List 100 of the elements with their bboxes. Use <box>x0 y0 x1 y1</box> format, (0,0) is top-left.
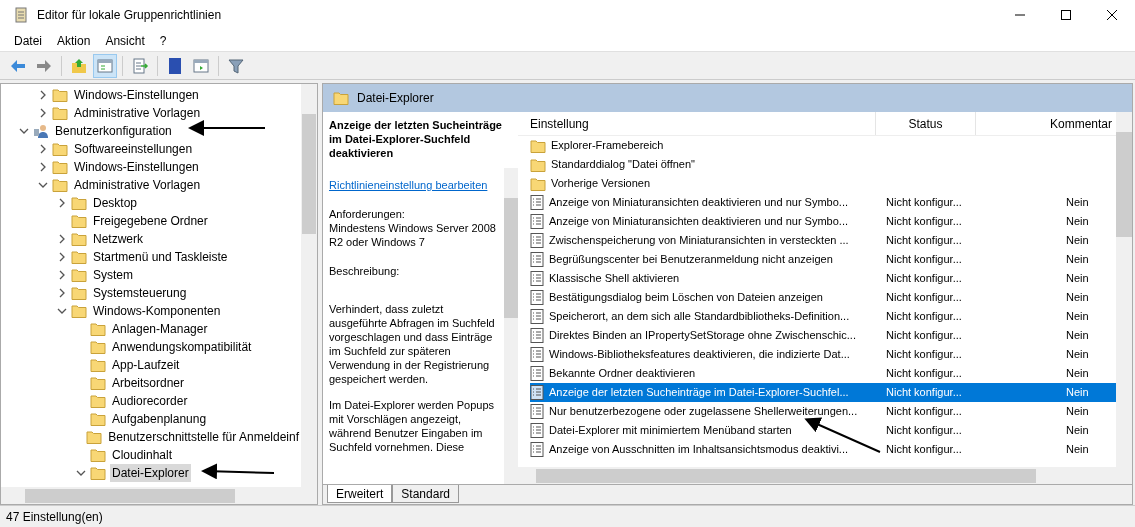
list-row[interactable]: Anzeige der letzten Sucheinträge im Datei-Explorer-Suchfel... Nicht konfigur... Nein <box>530 383 1116 402</box>
chevron-down-icon[interactable] <box>38 180 48 190</box>
tree-item[interactable]: Windows-Einstellungen <box>72 158 201 176</box>
description-label: Beschreibung: <box>329 264 401 278</box>
chevron-right-icon[interactable] <box>57 234 67 244</box>
chevron-right-icon[interactable] <box>38 90 48 100</box>
list-row[interactable]: Bekannte Ordner deaktivieren Nicht konfigur... Nein <box>530 364 1116 383</box>
document-icon <box>530 423 544 438</box>
list-row[interactable]: Direktes Binden an IPropertySetStorage ohne Zwischenschic... Nicht konfigur... Nein <box>530 326 1116 345</box>
list-row[interactable]: Nur benutzerbezogene oder zugelassene Shellerweiterungen... Nicht konfigur... Nein <box>530 402 1116 421</box>
list-row[interactable]: Standarddialog "Datei öffnen" <box>530 155 1116 174</box>
column-header[interactable]: Kommentar <box>976 112 1116 135</box>
status-cell-text: Nicht konfigur... <box>886 385 963 401</box>
list-row[interactable]: Anzeige von Miniaturansichten deaktivieren und nur Symbo... Nicht konfigur... Nein <box>530 193 1116 212</box>
chevron-down-icon[interactable] <box>76 468 86 478</box>
vertical-scrollbar[interactable] <box>1116 112 1132 467</box>
menu-item[interactable]: ? <box>153 31 173 50</box>
list-row[interactable]: Anzeige von Ausschnitten im Inhaltsansichtsmodus deaktivi... Nicht konfigur... Nein <box>530 440 1116 459</box>
chevron-down-icon[interactable] <box>19 126 29 136</box>
list-row[interactable]: Datei-Explorer mit minimiertem Menüband starten Nicht konfigur... Nein <box>530 421 1116 440</box>
document-icon <box>530 385 544 400</box>
tree-item[interactable]: Benutzerschnittstelle für Anmeldeinf <box>106 428 301 446</box>
tree-item[interactable]: Benutzerkonfiguration <box>53 122 174 140</box>
tree-item[interactable]: System <box>91 266 135 284</box>
horizontal-scrollbar[interactable] <box>518 467 1132 484</box>
column-header[interactable]: Einstellung <box>518 112 876 135</box>
tree-item[interactable]: Windows-Komponenten <box>91 302 223 320</box>
document-icon <box>530 442 544 457</box>
chevron-right-icon[interactable] <box>38 162 48 172</box>
tree-item[interactable]: Netzwerk <box>91 230 145 248</box>
comment-cell-text: Nein <box>1066 366 1089 382</box>
tree-item[interactable]: Startmenü und Taskleiste <box>91 248 230 266</box>
horizontal-scrollbar[interactable] <box>1 487 317 504</box>
status-cell-text: Nicht konfigur... <box>886 195 963 211</box>
setting-name: Explorer-Framebereich <box>551 139 664 152</box>
status-cell-text: Nicht konfigur... <box>886 442 963 458</box>
folder-icon <box>52 142 68 156</box>
list-row[interactable]: Zwischenspeicherung von Miniaturansichten in versteckten ... Nicht konfigur... Nein <box>530 231 1116 250</box>
chevron-right-icon[interactable] <box>57 270 67 280</box>
setting-name: Windows-Bibliotheksfeatures deaktivieren, die indizierte Dat... <box>549 348 850 361</box>
tree-item[interactable]: Aufgabenplanung <box>110 410 209 428</box>
column-header[interactable]: Status <box>876 112 976 135</box>
folder-icon <box>71 286 87 300</box>
tree-item[interactable]: Arbeitsordner <box>110 374 187 392</box>
folder-icon <box>90 358 106 372</box>
tree-item[interactable]: Anlagen-Manager <box>110 320 210 338</box>
vertical-scrollbar[interactable] <box>301 84 317 487</box>
comment-cell-text: Nein <box>1066 423 1089 439</box>
folder-icon <box>90 340 106 354</box>
chevron-right-icon[interactable] <box>57 198 67 208</box>
tree-item[interactable]: Softwareeinstellungen <box>72 140 195 158</box>
view-tab[interactable]: Standard <box>392 485 460 503</box>
setting-name: Anzeige der letzten Sucheinträge im Datei-Explorer-Suchfel... <box>549 386 849 399</box>
requirements-text: Mindestens Windows Server 2008 R2 oder Windows 7 <box>329 221 497 249</box>
folder-icon <box>71 268 87 282</box>
list-row[interactable]: Windows-Bibliotheksfeatures deaktivieren, die indizierte Dat... Nicht konfigur... Nein <box>530 345 1116 364</box>
scroll-icon <box>14 7 28 23</box>
comment-cell-text: Nein <box>1066 195 1089 211</box>
folder-icon <box>90 448 106 462</box>
document-icon <box>530 233 544 248</box>
list-row[interactable]: Explorer-Framebereich <box>530 136 1116 155</box>
vertical-scrollbar[interactable] <box>504 168 518 484</box>
tree-item[interactable]: Administrative Vorlagen <box>72 104 203 122</box>
comment-cell-text: Nein <box>1066 214 1089 230</box>
status-cell-text: Nicht konfigur... <box>886 252 963 268</box>
list-row[interactable]: Bestätigungsdialog beim Löschen von Dateien anzeigen Nicht konfigur... Nein <box>530 288 1116 307</box>
list-row[interactable]: Vorherige Versionen <box>530 174 1116 193</box>
comment-cell-text: Nein <box>1066 347 1089 363</box>
user-settings-icon <box>33 123 49 139</box>
tree-item[interactable]: Systemsteuerung <box>91 284 189 302</box>
edit-policy-link[interactable]: Richtlinieneinstellung bearbeiten <box>329 179 488 191</box>
list-row[interactable]: Klassische Shell aktivieren Nicht konfigur... Nein <box>530 269 1116 288</box>
menu-item[interactable]: Ansicht <box>99 31 151 50</box>
menu-item[interactable]: Aktion <box>51 31 97 50</box>
list-row[interactable]: Anzeige von Miniaturansichten deaktivieren und nur Symbo... Nicht konfigur... Nein <box>530 212 1116 231</box>
tree-item[interactable]: Audiorecorder <box>110 392 190 410</box>
status-cell-text: Nicht konfigur... <box>886 309 963 325</box>
chevron-right-icon[interactable] <box>57 252 67 262</box>
document-icon <box>530 366 544 381</box>
tree-item[interactable]: Windows-Einstellungen <box>72 86 201 104</box>
folder-icon <box>90 412 106 426</box>
chevron-right-icon[interactable] <box>38 108 48 118</box>
chevron-right-icon[interactable] <box>38 144 48 154</box>
menu-item[interactable]: Datei <box>8 31 48 50</box>
document-icon <box>530 404 544 419</box>
tree-item[interactable]: Cloudinhalt <box>110 446 175 464</box>
tree-item[interactable]: Desktop <box>91 194 140 212</box>
tree-item[interactable]: Administrative Vorlagen <box>72 176 203 194</box>
chevron-down-icon[interactable] <box>57 306 67 316</box>
tree-item[interactable]: App-Laufzeit <box>110 356 182 374</box>
tree-item[interactable]: Anwendungskompatibilität <box>110 338 254 356</box>
list-row[interactable]: Begrüßungscenter bei Benutzeranmeldung nicht anzeigen Nicht konfigur... Nein <box>530 250 1116 269</box>
chevron-right-icon[interactable] <box>57 288 67 298</box>
folder-icon <box>530 157 546 172</box>
tree-item[interactable]: Datei-Explorer <box>110 464 191 482</box>
status-cell-text: Nicht konfigur... <box>886 214 963 230</box>
view-tab[interactable]: Erweitert <box>327 485 393 503</box>
tree-item[interactable]: Freigegebene Ordner <box>91 212 210 230</box>
setting-name: Anzeige von Miniaturansichten deaktivieren und nur Symbo... <box>549 215 848 228</box>
list-row[interactable]: Speicherort, an dem sich alle Standardbibliotheks-Definition... Nicht konfigur... Nein <box>530 307 1116 326</box>
